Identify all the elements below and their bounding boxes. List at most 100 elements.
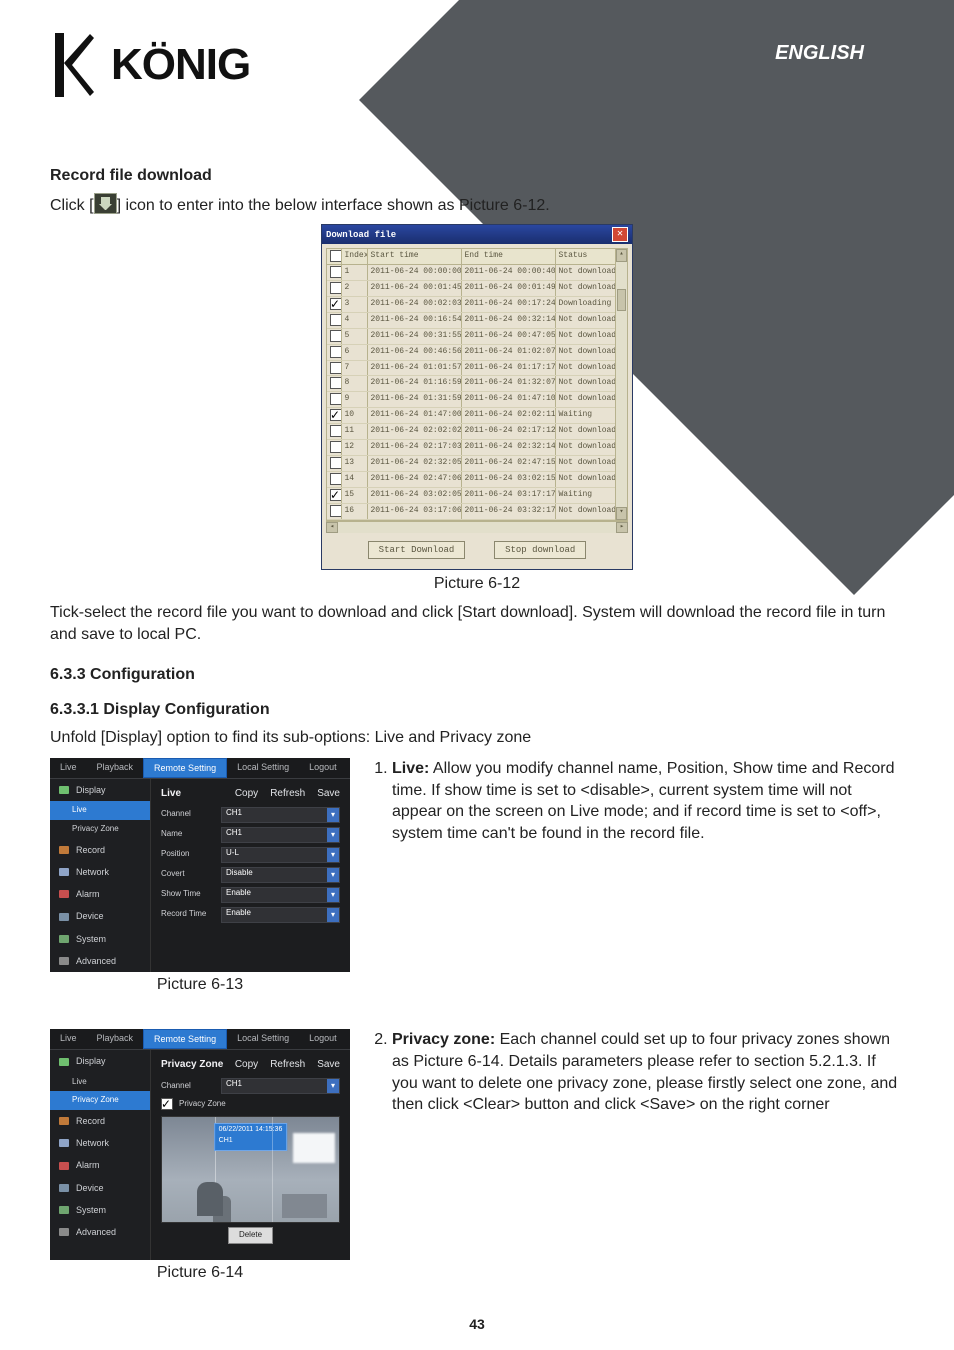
save-button[interactable]: Save	[317, 1058, 340, 1072]
select-all-checkbox[interactable]	[330, 250, 341, 262]
row-checkbox[interactable]	[330, 282, 341, 294]
table-row[interactable]: 32011-06-24 00:02:032011-06-24 00:17:24D…	[327, 296, 627, 312]
channel-select[interactable]: CH1▾	[221, 1078, 340, 1094]
start-download-button[interactable]: Start Download	[368, 541, 466, 559]
covert-select[interactable]: Disable▾	[221, 867, 340, 883]
row-checkbox[interactable]	[330, 425, 341, 437]
sidebar-item-network[interactable]: Network	[50, 1132, 150, 1154]
sidebar-item-label: System	[76, 933, 106, 945]
privacy-zone-checkbox[interactable]	[161, 1098, 173, 1110]
row-checkbox[interactable]	[330, 314, 341, 326]
refresh-button[interactable]: Refresh	[270, 1058, 305, 1072]
table-row[interactable]: 92011-06-24 01:31:592011-06-24 01:47:10N…	[327, 392, 627, 408]
sidebar-item-alarm[interactable]: Alarm	[50, 883, 150, 905]
stop-download-button[interactable]: Stop download	[494, 541, 586, 559]
sidebar-item-system[interactable]: System	[50, 928, 150, 950]
chevron-down-icon[interactable]: ▾	[327, 1079, 339, 1093]
row-checkbox[interactable]	[330, 489, 341, 501]
name-select[interactable]: CH1▾	[221, 827, 340, 843]
table-row[interactable]: 142011-06-24 02:47:062011-06-24 03:02:15…	[327, 471, 627, 487]
tab-playback[interactable]: Playback	[87, 758, 144, 778]
table-row[interactable]: 52011-06-24 00:31:552011-06-24 00:47:05N…	[327, 328, 627, 344]
table-row[interactable]: 112011-06-24 02:02:022011-06-24 02:17:12…	[327, 424, 627, 440]
row-checkbox[interactable]	[330, 409, 341, 421]
tab-local-setting[interactable]: Local Setting	[227, 1029, 299, 1049]
table-row[interactable]: 152011-06-24 03:02:052011-06-24 03:17:17…	[327, 487, 627, 503]
table-row[interactable]: 102011-06-24 01:47:002011-06-24 02:02:11…	[327, 408, 627, 424]
sidebar-item-device[interactable]: Device	[50, 905, 150, 927]
tab-logout[interactable]: Logout	[299, 1029, 347, 1049]
sidebar-item-network[interactable]: Network	[50, 861, 150, 883]
copy-button[interactable]: Copy	[235, 787, 258, 801]
privacy-preview[interactable]: 06/22/2011 14:15:36 CH1	[161, 1116, 340, 1223]
tab-remote-setting[interactable]: Remote Setting	[143, 1029, 227, 1049]
table-row[interactable]: 42011-06-24 00:16:542011-06-24 00:32:14N…	[327, 312, 627, 328]
delete-button[interactable]: Delete	[228, 1227, 273, 1244]
sidebar-icon	[58, 1182, 70, 1194]
tab-playback[interactable]: Playback	[87, 1029, 144, 1049]
chevron-down-icon[interactable]: ▾	[327, 828, 339, 842]
chevron-down-icon[interactable]: ▾	[327, 888, 339, 902]
sidebar-item-label: Display	[76, 1055, 106, 1067]
sidebar-item-advanced[interactable]: Advanced	[50, 950, 150, 972]
table-row[interactable]: 122011-06-24 02:17:032011-06-24 02:32:14…	[327, 440, 627, 456]
sidebar-sub-live[interactable]: Live	[50, 801, 150, 820]
sidebar-item-record[interactable]: Record	[50, 1110, 150, 1132]
refresh-button[interactable]: Refresh	[270, 787, 305, 801]
tab-local-setting[interactable]: Local Setting	[227, 758, 299, 778]
table-row[interactable]: 22011-06-24 00:01:452011-06-24 00:01:49N…	[327, 281, 627, 297]
sidebar-item-record[interactable]: Record	[50, 839, 150, 861]
chevron-down-icon[interactable]: ▾	[327, 848, 339, 862]
row-checkbox[interactable]	[330, 362, 341, 374]
save-button[interactable]: Save	[317, 787, 340, 801]
row-checkbox[interactable]	[330, 346, 341, 358]
chevron-down-icon[interactable]: ▾	[327, 868, 339, 882]
sidebar-icon	[58, 888, 70, 900]
sidebar-item-label: Record	[76, 1115, 105, 1127]
table-row[interactable]: 162011-06-24 03:17:062011-06-24 03:32:17…	[327, 503, 627, 519]
row-checkbox[interactable]	[330, 441, 341, 453]
table-row[interactable]: 72011-06-24 01:01:572011-06-24 01:17:17N…	[327, 360, 627, 376]
sidebar-item-device[interactable]: Device	[50, 1177, 150, 1199]
row-checkbox[interactable]	[330, 473, 341, 485]
tab-live[interactable]: Live	[50, 1029, 87, 1049]
sidebar-sub-privacy-zone[interactable]: Privacy Zone	[50, 820, 150, 839]
row-checkbox[interactable]	[330, 377, 341, 389]
table-row[interactable]: 12011-06-24 00:00:002011-06-24 00:00:40N…	[327, 265, 627, 281]
table-row[interactable]: 82011-06-24 01:16:592011-06-24 01:32:07N…	[327, 376, 627, 392]
table-row[interactable]: 132011-06-24 02:32:052011-06-24 02:47:15…	[327, 455, 627, 471]
sidebar-item-display[interactable]: Display	[50, 779, 150, 801]
chevron-down-icon[interactable]: ▾	[327, 908, 339, 922]
table-row[interactable]: 62011-06-24 00:46:562011-06-24 01:02:07N…	[327, 344, 627, 360]
row-checkbox[interactable]	[330, 393, 341, 405]
sidebar-item-display[interactable]: Display	[50, 1050, 150, 1072]
record-time-select[interactable]: Enable▾	[221, 907, 340, 923]
position-select[interactable]: U-L▾	[221, 847, 340, 863]
close-icon[interactable]: ✕	[612, 227, 628, 242]
row-checkbox[interactable]	[330, 505, 341, 517]
scroll-right-icon[interactable]: ▸	[616, 522, 628, 533]
channel-select[interactable]: CH1▾	[221, 807, 340, 823]
chevron-down-icon[interactable]: ▾	[327, 808, 339, 822]
sidebar-sub-live[interactable]: Live	[50, 1073, 150, 1092]
sidebar-item-advanced[interactable]: Advanced	[50, 1221, 150, 1243]
row-checkbox[interactable]	[330, 298, 341, 310]
tab-live[interactable]: Live	[50, 758, 87, 778]
row-checkbox[interactable]	[330, 330, 341, 342]
sidebar-item-alarm[interactable]: Alarm	[50, 1154, 150, 1176]
row-checkbox[interactable]	[330, 266, 341, 278]
copy-button[interactable]: Copy	[235, 1058, 258, 1072]
sidebar-icon	[58, 784, 70, 796]
row-checkbox[interactable]	[330, 457, 341, 469]
language-label: ENGLISH	[775, 40, 864, 67]
sidebar-sub-privacy-zone[interactable]: Privacy Zone	[50, 1091, 150, 1110]
tab-remote-setting[interactable]: Remote Setting	[143, 758, 227, 778]
scroll-down-icon[interactable]: ▾	[616, 507, 627, 520]
show-time-select[interactable]: Enable▾	[221, 887, 340, 903]
scroll-thumb[interactable]	[617, 289, 626, 311]
vertical-scrollbar[interactable]: ▴ ▾	[615, 249, 627, 519]
tab-logout[interactable]: Logout	[299, 758, 347, 778]
sidebar-item-system[interactable]: System	[50, 1199, 150, 1221]
scroll-left-icon[interactable]: ◂	[326, 522, 338, 533]
horizontal-scrollbar[interactable]: ◂ ▸	[326, 521, 628, 533]
